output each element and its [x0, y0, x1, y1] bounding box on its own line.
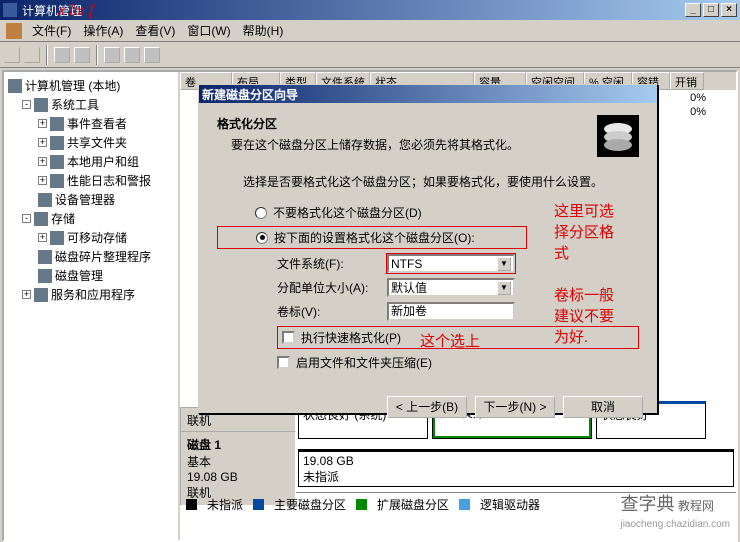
swatch-ext — [356, 499, 367, 510]
radio-do-format[interactable]: 按下面的设置格式化这个磁盘分区(O): — [217, 226, 527, 249]
nav-back-icon — [4, 47, 20, 63]
maximize-button[interactable]: □ — [703, 3, 719, 17]
separator — [46, 45, 48, 65]
tree-shared-folders[interactable]: +共享文件夹 — [38, 134, 176, 151]
refresh-icon[interactable] — [104, 47, 120, 63]
checkbox-icon — [277, 356, 290, 369]
dialog-title: 新建磁盘分区向导 — [202, 86, 298, 103]
filesystem-dropdown[interactable]: NTFS▼ — [387, 254, 515, 273]
menu-window[interactable]: 窗口(W) — [181, 20, 236, 41]
collapse-icon[interactable]: - — [22, 214, 31, 223]
col-oh[interactable]: 开销 — [670, 72, 704, 90]
menu-file[interactable]: 文件(F) — [26, 20, 77, 41]
tools-icon — [34, 98, 48, 112]
expand-icon[interactable]: + — [38, 138, 47, 147]
watermark: 查字典 教程网 jiaocheng.chazidian.com — [620, 490, 730, 532]
expand-icon[interactable]: + — [38, 176, 47, 185]
computer-icon — [8, 79, 22, 93]
checkbox-icon — [282, 331, 295, 344]
storage-icon — [34, 212, 48, 226]
list-icon[interactable] — [124, 47, 140, 63]
chart-icon — [50, 174, 64, 188]
tree-system-tools[interactable]: -系统工具 — [22, 96, 176, 113]
tree-perf-logs[interactable]: +性能日志和警报 — [38, 172, 176, 189]
dialog-subheading: 要在这个磁盘分区上储存数据，您必须先将其格式化。 — [217, 136, 589, 153]
tree-device-mgr[interactable]: 设备管理器 — [38, 191, 176, 208]
expand-icon[interactable]: + — [22, 290, 31, 299]
radio-icon — [256, 232, 268, 244]
expand-icon[interactable]: + — [38, 119, 47, 128]
close-button[interactable]: × — [721, 3, 737, 17]
dialog-desc: 选择是否要格式化这个磁盘分区；如果要格式化，要使用什么设置。 — [243, 173, 639, 190]
alloc-dropdown[interactable]: 默认值▼ — [387, 278, 515, 297]
tree-storage[interactable]: -存储 — [22, 210, 176, 227]
tool-icon[interactable] — [54, 47, 70, 63]
tree-services[interactable]: +服务和应用程序 — [22, 286, 176, 303]
swatch-logical — [459, 499, 470, 510]
chevron-down-icon: ▼ — [497, 257, 511, 271]
expand-icon[interactable]: + — [38, 233, 47, 242]
disk-icon — [50, 231, 64, 245]
toolbar — [0, 42, 740, 68]
label-fs: 文件系统(F): — [277, 255, 387, 272]
chevron-down-icon: ▼ — [497, 281, 511, 295]
radio-no-format[interactable]: 不要格式化这个磁盘分区(D) — [255, 204, 639, 221]
next-button[interactable]: 下一步(N) > — [475, 396, 555, 418]
cancel-button[interactable]: 取消 — [563, 396, 643, 418]
separator — [96, 45, 98, 65]
users-icon — [50, 155, 64, 169]
volume-label-input[interactable]: 新加卷 — [387, 302, 515, 321]
disk-stack-icon — [597, 115, 639, 157]
defrag-icon — [38, 250, 52, 264]
service-icon — [34, 288, 48, 302]
label-vol: 卷标(V): — [277, 303, 387, 320]
titlebar: 计算机管理 _ □ × — [0, 0, 740, 20]
tree-removable[interactable]: +可移动存储 — [38, 229, 176, 246]
tree-disk-mgmt[interactable]: 磁盘管理 — [38, 267, 176, 284]
tree-panel: 计算机管理 (本地) -系统工具 +事件查看者 +共享文件夹 +本地用户和组 +… — [4, 72, 180, 540]
disk-label: 磁盘 1 基本 19.08 GB 联机 — [180, 431, 296, 506]
volume-unallocated[interactable]: 19.08 GB 未指派 — [298, 449, 734, 487]
collapse-icon[interactable]: - — [22, 100, 31, 109]
swatch-unalloc — [186, 499, 197, 510]
dialog-titlebar: 新建磁盘分区向导 — [199, 85, 657, 103]
nav-forward-icon — [24, 47, 40, 63]
compress-checkbox[interactable]: 启用文件和文件夹压缩(E) — [277, 354, 639, 371]
swatch-primary — [253, 499, 264, 510]
quick-format-checkbox[interactable]: 执行快速格式化(P) — [277, 326, 639, 349]
help-icon[interactable] — [144, 47, 160, 63]
menu-help[interactable]: 帮助(H) — [237, 20, 290, 41]
expand-icon[interactable]: + — [38, 157, 47, 166]
minimize-button[interactable]: _ — [685, 3, 701, 17]
menubar: 文件(F) 操作(A) 查看(V) 窗口(W) 帮助(H) — [0, 20, 740, 42]
event-icon — [50, 117, 64, 131]
app-icon — [3, 3, 17, 17]
diskmgr-icon — [38, 269, 52, 283]
format-wizard-dialog: 新建磁盘分区向导 格式化分区 要在这个磁盘分区上储存数据，您必须先将其格式化。 … — [198, 84, 658, 414]
tool-icon[interactable] — [74, 47, 90, 63]
menu-icon — [6, 23, 22, 39]
back-button[interactable]: < 上一步(B) — [387, 396, 467, 418]
radio-icon — [255, 207, 267, 219]
folder-icon — [50, 136, 64, 150]
label-alloc: 分配单位大小(A): — [277, 279, 387, 296]
menu-view[interactable]: 查看(V) — [129, 20, 181, 41]
tree-root[interactable]: 计算机管理 (本地) — [8, 77, 176, 94]
tree-local-users[interactable]: +本地用户和组 — [38, 153, 176, 170]
tree-event-viewer[interactable]: +事件查看者 — [38, 115, 176, 132]
device-icon — [38, 193, 52, 207]
overlay-text: x lm f — [58, 2, 94, 20]
tree-defrag[interactable]: 磁盘碎片整理程序 — [38, 248, 176, 265]
dialog-heading: 格式化分区 — [217, 115, 589, 132]
menu-action[interactable]: 操作(A) — [77, 20, 129, 41]
window-title: 计算机管理 — [20, 2, 683, 19]
